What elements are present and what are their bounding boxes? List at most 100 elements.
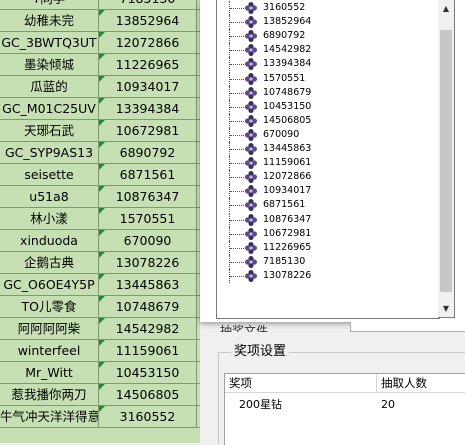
tree-connector — [230, 120, 244, 122]
tree-connector — [230, 191, 244, 193]
sheet-row: winterfeel 11159061 — [0, 340, 200, 362]
winner-tree-list[interactable]: 3160552 13852964 6890792 14542982 13394384 15… — [216, 0, 440, 319]
flower-icon — [244, 184, 258, 198]
scroll-up-icon[interactable]: ▲ — [438, 0, 454, 17]
flower-icon — [244, 57, 258, 71]
tree-item[interactable]: 13445863 — [217, 142, 437, 156]
prize-cell[interactable]: 200星钻 — [239, 396, 282, 414]
scroll-thumb[interactable] — [440, 30, 452, 292]
nickname-cell[interactable]: GC_M01C25UV — [0, 98, 99, 120]
column-header-count[interactable]: 抽取人数 — [377, 374, 465, 393]
sheet-row: 幼稚未完 13852964 — [0, 10, 200, 32]
tree-item[interactable]: 10876347 — [217, 212, 437, 227]
flower-icon — [244, 198, 258, 212]
tree-item[interactable]: 11159061 — [217, 156, 437, 171]
nickname-cell[interactable]: Mr_Witt — [0, 362, 99, 384]
winner-dropdown-panel: 3160552 13852964 6890792 14542982 13394384 15… — [200, 0, 465, 322]
tree-item-label: 3160552 — [263, 2, 306, 13]
tree-item-label: 670090 — [263, 128, 300, 140]
column-header-prize[interactable]: 奖项 — [225, 374, 377, 393]
nickname-cell[interactable]: 林小漾 — [0, 208, 99, 230]
tree-item[interactable]: 6890792 — [217, 29, 437, 44]
nickname-cell[interactable]: xinduoda — [0, 230, 99, 252]
tree-item[interactable]: 14542982 — [217, 43, 437, 58]
user-id-cell[interactable]: 10934017 — [99, 76, 197, 98]
user-id-cell[interactable]: 12072866 — [99, 32, 197, 54]
sheet-row: GC_M01C25UV 13394384 — [0, 98, 200, 120]
nickname-cell[interactable]: T同学 — [0, 0, 99, 10]
tree-item[interactable]: 1570551 — [217, 71, 437, 86]
flower-icon — [244, 227, 258, 241]
tree-item[interactable]: 13078226 — [217, 268, 437, 283]
tree-connector — [230, 149, 244, 150]
nickname-cell[interactable]: winterfeel — [0, 340, 99, 362]
tree-item[interactable]: 12072866 — [217, 170, 437, 185]
nickname-cell[interactable]: GC_3BWTQ3UT — [0, 32, 99, 54]
nickname-cell[interactable]: 企鹅古典 — [0, 252, 99, 274]
tree-connector — [230, 64, 244, 66]
lottery-file-input[interactable] — [350, 322, 465, 332]
prize-table[interactable]: 奖项 抽取人数 200星钻 20 — [224, 373, 465, 445]
tree-item[interactable]: 670090 — [217, 127, 437, 142]
tree-item-label: 10672981 — [263, 227, 312, 239]
nickname-cell[interactable]: 瓜蓝的 — [0, 76, 99, 98]
tree-item[interactable]: 13852964 — [217, 15, 437, 30]
user-id-cell[interactable]: 6871561 — [99, 164, 197, 186]
user-id-cell[interactable]: 6890792 — [99, 142, 197, 164]
tree-connector — [230, 205, 244, 207]
nickname-cell[interactable]: 天琊石武 — [0, 120, 99, 142]
tree-item[interactable]: 10748679 — [217, 85, 437, 100]
nickname-cell[interactable]: 阿阿阿阿柴 — [0, 318, 99, 340]
tree-item-label: 11226965 — [263, 241, 312, 253]
tree-item-label: 13078226 — [263, 269, 312, 281]
user-id-cell[interactable]: 10453150 — [99, 362, 197, 384]
user-id-cell[interactable]: 13852964 — [99, 10, 197, 32]
flower-icon — [244, 72, 258, 86]
tree-item[interactable]: 10934017 — [217, 184, 437, 199]
nickname-cell[interactable]: TO儿零食 — [0, 296, 99, 318]
user-id-cell[interactable]: 11159061 — [99, 340, 197, 362]
nickname-cell[interactable]: 墨染倾城 — [0, 54, 99, 76]
tree-item-label: 10934017 — [263, 185, 312, 197]
tree-item[interactable]: 6871561 — [217, 198, 437, 213]
tree-item[interactable]: 3160552 — [217, 1, 437, 15]
tree-item[interactable]: 13394384 — [217, 57, 437, 72]
tree-connector — [230, 36, 244, 38]
user-id-cell[interactable]: 3160552 — [99, 406, 197, 428]
tree-item-label: 11159061 — [263, 157, 312, 169]
user-id-cell[interactable]: 10876347 — [99, 186, 197, 208]
tree-item[interactable]: 14506805 — [217, 113, 437, 128]
user-id-cell[interactable]: 670090 — [99, 230, 197, 252]
user-id-cell[interactable]: 11226965 — [99, 54, 197, 76]
tree-item[interactable]: 11226965 — [217, 240, 437, 255]
tree-item[interactable]: 7185130 — [217, 254, 437, 269]
spreadsheet: T同学7185130幼稚未完13852964GC_3BWTQ3UT1207286… — [0, 0, 201, 443]
nickname-cell[interactable]: GC_SYP9AS13 — [0, 142, 99, 164]
flower-icon — [244, 255, 258, 269]
user-id-cell[interactable]: 14506805 — [99, 384, 197, 406]
tree-item[interactable]: 10453150 — [217, 99, 437, 114]
user-id-cell[interactable]: 1570551 — [99, 208, 197, 230]
count-cell[interactable]: 20 — [381, 396, 395, 414]
user-id-cell[interactable]: 13445863 — [99, 274, 197, 296]
user-id-cell[interactable]: 14542982 — [99, 318, 197, 340]
user-id-cell[interactable]: 13078226 — [99, 252, 197, 274]
nickname-cell[interactable]: 惹我播你两刀 — [0, 384, 99, 406]
user-id-cell[interactable]: 10672981 — [99, 120, 197, 142]
user-id-cell[interactable]: 13394384 — [99, 98, 197, 120]
tree-scrollbar[interactable]: ▲ ▼ — [438, 0, 455, 318]
tree-item-label: 12072866 — [263, 171, 312, 183]
nickname-cell[interactable]: 牛气冲天洋洋得意 — [0, 406, 99, 428]
tree-connector — [230, 163, 244, 165]
tree-connector — [230, 106, 244, 108]
tree-connector — [230, 261, 244, 263]
tree-item[interactable]: 10672981 — [217, 226, 437, 241]
nickname-cell[interactable]: 幼稚未完 — [0, 10, 99, 32]
nickname-cell[interactable]: u51a8 — [0, 186, 99, 208]
user-id-cell[interactable]: 7185130 — [99, 0, 197, 10]
flower-icon — [244, 15, 258, 29]
scroll-down-icon[interactable]: ▼ — [438, 300, 454, 317]
nickname-cell[interactable]: GC_O6OE4Y5P — [0, 274, 99, 296]
nickname-cell[interactable]: seisette — [0, 164, 99, 186]
user-id-cell[interactable]: 10748679 — [99, 296, 197, 318]
